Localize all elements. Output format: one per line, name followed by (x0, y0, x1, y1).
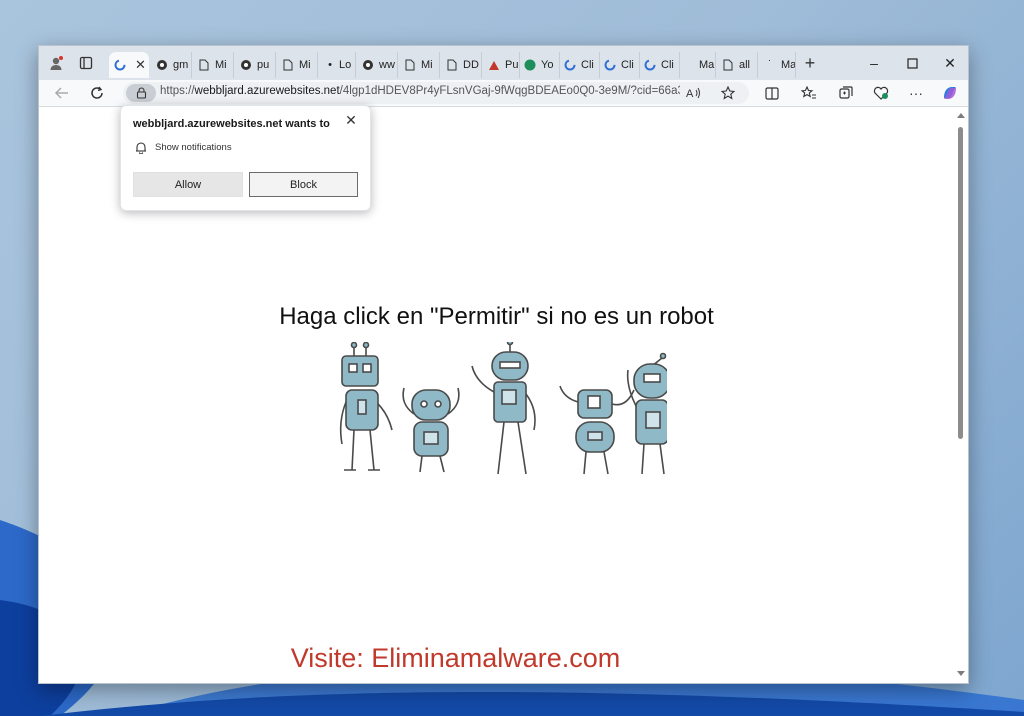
permission-label: Show notifications (155, 142, 232, 153)
tab-item[interactable]: Lo (337, 52, 357, 78)
tab-item[interactable]: Cli (639, 52, 680, 78)
svg-text:A: A (686, 88, 694, 100)
bell-icon (135, 141, 147, 154)
block-button[interactable]: Block (249, 172, 358, 197)
tab-item[interactable]: ˙ Ma (759, 52, 796, 78)
browser-window: ✕ gm Mi pu Mi • Lo ww Mi DD Pu Yo Cli Cl… (38, 45, 969, 684)
profile-icon[interactable] (47, 54, 65, 72)
address-bar-row: https://webbljard.azurewebsites.net/4lgp… (39, 80, 968, 107)
loading-icon (603, 58, 617, 72)
site-icon (487, 58, 501, 72)
tab-item[interactable]: Yo (519, 52, 560, 78)
tab-label: pu (257, 59, 270, 71)
puzzle-icon (239, 58, 253, 72)
collections-icon[interactable] (835, 83, 857, 103)
tab-item[interactable]: ww (357, 52, 398, 78)
allow-button[interactable]: Allow (133, 172, 243, 197)
tab-item[interactable]: Ma (679, 52, 716, 78)
tab-label: Mi (421, 59, 433, 71)
watermark-text: Visite: Eliminamalware.com (290, 643, 621, 673)
permission-row: Show notifications (135, 141, 232, 154)
url-path: /4lgp1dHDEV8Pr4yFLsnVGaj-9fWqgBDEAEo0Q0-… (339, 85, 680, 97)
tab-label: DD (463, 59, 479, 71)
tab-active[interactable]: ✕ (109, 52, 149, 78)
scroll-thumb[interactable] (958, 127, 963, 439)
tab-label: Mi (299, 59, 311, 71)
back-button[interactable] (51, 83, 73, 103)
tab-item[interactable]: all (717, 52, 758, 78)
site-icon (523, 58, 537, 72)
favorite-star-icon[interactable] (717, 83, 739, 103)
maximize-button[interactable] (893, 52, 931, 74)
tab-item[interactable]: Mi (399, 52, 440, 78)
split-screen-icon[interactable] (761, 83, 783, 103)
minimize-button[interactable]: – (855, 52, 893, 74)
puzzle-icon (361, 58, 375, 72)
loading-icon (643, 58, 657, 72)
tab-item[interactable]: DD (441, 52, 482, 78)
tab-label: Cli (581, 59, 594, 71)
page-icon (721, 58, 735, 72)
scroll-down-arrow-icon[interactable] (957, 671, 965, 676)
scroll-up-arrow-icon[interactable] (957, 113, 965, 118)
tab-item[interactable]: Pu (483, 52, 520, 78)
vertical-scrollbar[interactable] (954, 107, 968, 683)
copilot-icon[interactable] (939, 83, 961, 103)
address-input[interactable]: https://webbljard.azurewebsites.net/4lgp… (123, 82, 749, 104)
tab-label: Lo (339, 59, 352, 71)
tab-label: Yo (541, 59, 554, 71)
tab-item[interactable]: Mi (277, 52, 318, 78)
dot-icon: • (328, 59, 332, 71)
tab-label: Mi (215, 59, 227, 71)
lock-icon[interactable] (126, 84, 156, 102)
tab-item[interactable]: Mi (193, 52, 234, 78)
tab-item[interactable]: gm (151, 52, 192, 78)
page-headline: Haga click en "Permitir" si no es un rob… (279, 303, 714, 330)
tab-label: Cli (621, 59, 634, 71)
page-icon (281, 58, 295, 72)
tab-label: Cli (661, 59, 674, 71)
dot-icon: ˙ (768, 59, 772, 71)
more-options-icon[interactable]: ··· (905, 83, 927, 103)
tab-label: ww (379, 59, 395, 71)
tab-label: Ma (781, 59, 796, 71)
refresh-button[interactable] (86, 83, 108, 103)
page-icon (197, 58, 211, 72)
url-domain: webbljard.azurewebsites.net (194, 85, 340, 97)
tab-bar: ✕ gm Mi pu Mi • Lo ww Mi DD Pu Yo Cli Cl… (39, 46, 968, 80)
puzzle-icon (155, 58, 169, 72)
new-tab-button[interactable]: + (801, 53, 819, 73)
page-icon (403, 58, 417, 72)
tab-label: gm (173, 59, 189, 71)
favorites-icon[interactable] (798, 83, 820, 103)
tab-item[interactable]: pu (235, 52, 276, 78)
url-text: https://webbljard.azurewebsites.net/4lgp… (160, 85, 680, 97)
page-icon (445, 58, 459, 72)
close-icon[interactable]: ✕ (343, 112, 359, 128)
tab-label: all (739, 59, 751, 71)
tab-item[interactable]: Cli (559, 52, 600, 78)
url-scheme: https:// (160, 85, 195, 97)
read-aloud-icon[interactable]: A (683, 83, 705, 103)
robots-illustration (339, 342, 667, 475)
loading-icon (113, 58, 127, 72)
browser-essentials-icon[interactable] (870, 83, 892, 103)
loading-icon (563, 58, 577, 72)
tab-label: Ma (699, 59, 715, 71)
tab-item[interactable]: Cli (599, 52, 640, 78)
popup-title: webbljard.azurewebsites.net wants to (133, 118, 330, 130)
close-tab-icon[interactable]: ✕ (135, 57, 146, 73)
tab-actions-icon[interactable] (77, 54, 95, 72)
notification-permission-popup: webbljard.azurewebsites.net wants to ✕ S… (120, 105, 371, 211)
close-window-button[interactable]: ✕ (931, 52, 968, 74)
tab-label: Pu (505, 59, 519, 71)
